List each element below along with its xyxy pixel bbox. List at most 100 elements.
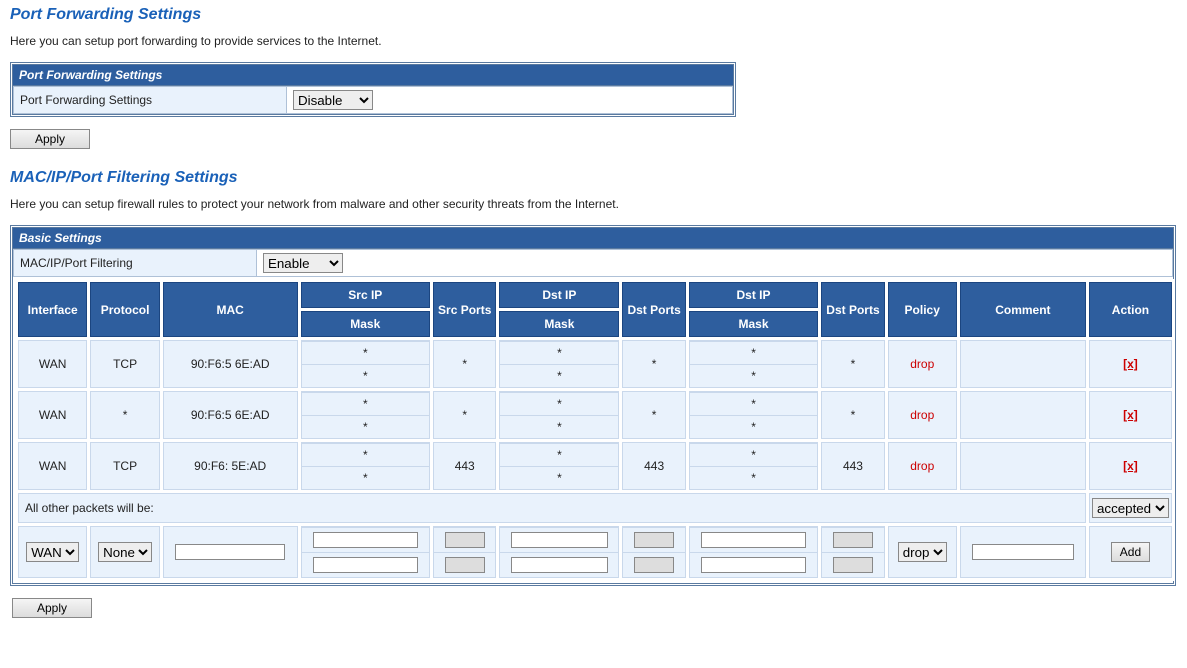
port-forwarding-title: Port Forwarding Settings <box>10 6 1177 24</box>
add-dstports-input-a[interactable] <box>634 532 674 548</box>
cell-srcip: ** <box>301 340 430 388</box>
filtering-desc: Here you can setup firewall rules to pro… <box>10 197 1177 211</box>
cell-mac: 90:F6:5 6E:AD <box>163 391 298 439</box>
th-srcmask: Mask <box>301 311 430 337</box>
filtering-row-label: MAC/IP/Port Filtering <box>14 250 257 277</box>
th-dstmask: Mask <box>499 311 619 337</box>
add-dstip2-input[interactable] <box>701 532 806 548</box>
filtering-rules-table: Interface Protocol MAC Src IP Src Ports … <box>15 279 1175 581</box>
cell-comment <box>960 391 1086 439</box>
th-policy: Policy <box>888 282 957 337</box>
add-protocol-select[interactable]: None <box>98 542 152 562</box>
cell-srcip: ** <box>301 391 430 439</box>
cell-protocol: * <box>90 391 159 439</box>
port-forwarding-select[interactable]: Disable <box>293 90 373 110</box>
cell-dstip2-value: * <box>690 342 817 365</box>
add-dstports2-input-a[interactable] <box>833 532 873 548</box>
th-srcports: Src Ports <box>433 282 496 337</box>
port-forwarding-panel-title: Port Forwarding Settings <box>13 65 733 86</box>
th-dstports2: Dst Ports <box>821 282 884 337</box>
th-srcip: Src IP <box>301 282 430 308</box>
add-mac-input[interactable] <box>175 544 284 560</box>
cell-srcip-mask: * <box>302 416 429 439</box>
cell-dstip2: ** <box>689 442 818 490</box>
port-forwarding-row-label: Port Forwarding Settings <box>14 87 287 114</box>
port-forwarding-apply-button[interactable]: Apply <box>10 129 90 149</box>
cell-srcports: * <box>433 391 496 439</box>
add-interface-select[interactable]: WAN <box>26 542 79 562</box>
th-dstports: Dst Ports <box>622 282 685 337</box>
cell-dstip: ** <box>499 391 619 439</box>
cell-dstip2-value: * <box>690 444 817 467</box>
cell-dstip2-mask: * <box>690 365 817 388</box>
cell-srcip-mask: * <box>302 467 429 490</box>
delete-rule-link[interactable]: [x] <box>1123 408 1138 422</box>
table-row: WANTCP90:F6:5 6E:AD*********drop[x] <box>18 340 1172 388</box>
other-packets-label: All other packets will be: <box>18 493 1086 523</box>
add-dstmask2-input[interactable] <box>701 557 806 573</box>
cell-dstports2: * <box>821 391 884 439</box>
add-srcports-input-a[interactable] <box>445 532 485 548</box>
add-dstip-input[interactable] <box>511 532 608 548</box>
add-dstports2-input-b[interactable] <box>833 557 873 573</box>
cell-action: [x] <box>1089 391 1172 439</box>
cell-mac: 90:F6: 5E:AD <box>163 442 298 490</box>
th-protocol: Protocol <box>90 282 159 337</box>
delete-rule-link[interactable]: [x] <box>1123 357 1138 371</box>
cell-srcports: * <box>433 340 496 388</box>
filtering-panel: Basic Settings MAC/IP/Port Filtering Ena… <box>10 225 1176 586</box>
cell-srcip-mask: * <box>302 365 429 388</box>
add-policy-select[interactable]: drop <box>898 542 947 562</box>
cell-comment <box>960 442 1086 490</box>
filtering-title: MAC/IP/Port Filtering Settings <box>10 169 1177 187</box>
add-comment-input[interactable] <box>972 544 1074 560</box>
cell-mac: 90:F6:5 6E:AD <box>163 340 298 388</box>
cell-policy: drop <box>888 442 957 490</box>
cell-srcip-value: * <box>302 393 429 416</box>
port-forwarding-desc: Here you can setup port forwarding to pr… <box>10 34 1177 48</box>
cell-srcip: ** <box>301 442 430 490</box>
cell-dstip2-mask: * <box>690 467 817 490</box>
cell-policy: drop <box>888 340 957 388</box>
cell-dstip2: ** <box>689 391 818 439</box>
cell-dstports2: * <box>821 340 884 388</box>
add-srcports-input-b[interactable] <box>445 557 485 573</box>
th-action: Action <box>1089 282 1172 337</box>
cell-action: [x] <box>1089 340 1172 388</box>
cell-protocol: TCP <box>90 442 159 490</box>
cell-dstip-value: * <box>500 342 618 365</box>
th-comment: Comment <box>960 282 1086 337</box>
cell-dstip: ** <box>499 340 619 388</box>
cell-interface: WAN <box>18 340 87 388</box>
cell-dstip-mask: * <box>500 467 618 490</box>
other-packets-select[interactable]: accepted <box>1092 498 1169 518</box>
cell-srcip-value: * <box>302 444 429 467</box>
cell-dstip-mask: * <box>500 416 618 439</box>
cell-srcports: 443 <box>433 442 496 490</box>
cell-action: [x] <box>1089 442 1172 490</box>
add-dstmask-input[interactable] <box>511 557 608 573</box>
add-srcip-input[interactable] <box>313 532 418 548</box>
cell-dstip: ** <box>499 442 619 490</box>
cell-dstip2-mask: * <box>690 416 817 439</box>
th-mac: MAC <box>163 282 298 337</box>
filtering-panel-title: Basic Settings <box>13 228 1173 249</box>
th-dstip2: Dst IP <box>689 282 818 308</box>
delete-rule-link[interactable]: [x] <box>1123 459 1138 473</box>
add-srcmask-input[interactable] <box>313 557 418 573</box>
port-forwarding-panel: Port Forwarding Settings Port Forwarding… <box>10 62 736 117</box>
cell-dstports: * <box>622 391 685 439</box>
cell-dstip-mask: * <box>500 365 618 388</box>
cell-dstports: 443 <box>622 442 685 490</box>
th-dstip: Dst IP <box>499 282 619 308</box>
cell-interface: WAN <box>18 391 87 439</box>
filtering-apply-button[interactable]: Apply <box>12 598 92 618</box>
cell-dstports: * <box>622 340 685 388</box>
add-dstports-input-b[interactable] <box>634 557 674 573</box>
add-rule-button[interactable]: Add <box>1111 542 1150 562</box>
cell-dstports2: 443 <box>821 442 884 490</box>
cell-interface: WAN <box>18 442 87 490</box>
filtering-enable-select[interactable]: Enable <box>263 253 343 273</box>
cell-policy: drop <box>888 391 957 439</box>
cell-srcip-value: * <box>302 342 429 365</box>
